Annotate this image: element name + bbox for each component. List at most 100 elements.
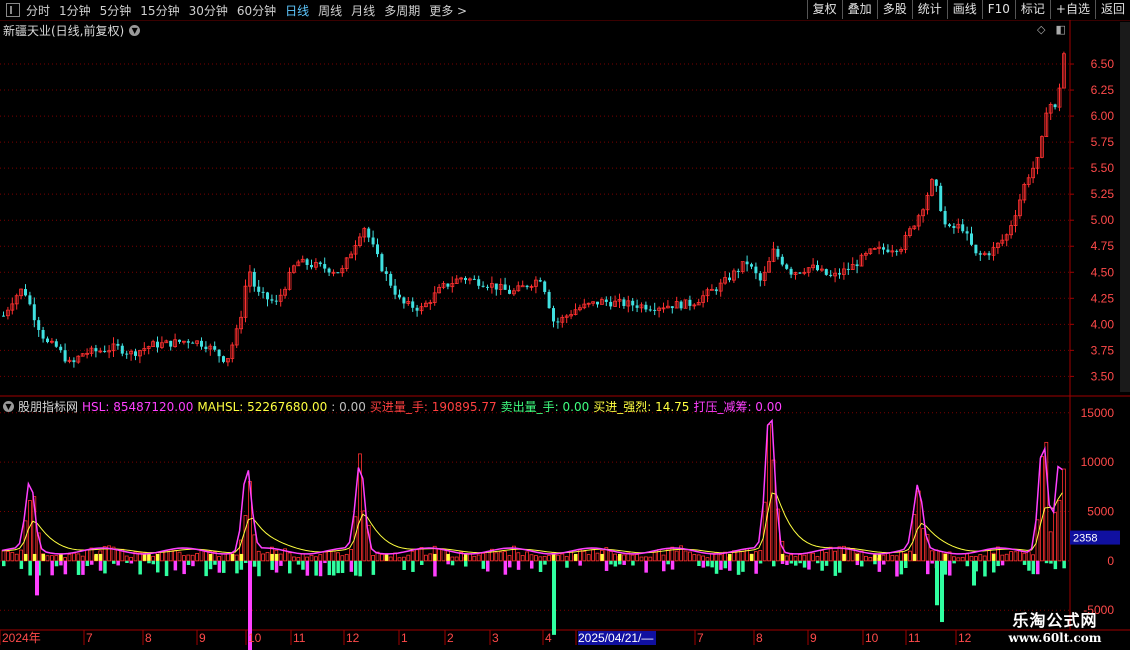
sell-volume-bar — [992, 560, 996, 573]
candle-down — [688, 299, 692, 306]
pressure-bar — [81, 560, 85, 575]
buy-volume-bar — [648, 556, 653, 562]
candle-down — [367, 228, 371, 238]
sell-volume-bar — [1062, 560, 1066, 569]
candle-down — [596, 301, 599, 305]
candle-down — [323, 264, 327, 269]
buy-volume-bar — [1062, 468, 1066, 562]
sell-volume-bar — [288, 560, 292, 574]
sell-volume-bar — [358, 560, 362, 577]
buy-volume-bar — [494, 552, 499, 562]
pressure-bar — [98, 560, 103, 571]
buy-volume-bar — [14, 553, 19, 562]
sell-volume-bar — [820, 560, 824, 571]
sell-volume-bar — [450, 560, 455, 566]
candle-down — [257, 286, 261, 292]
candle-down — [217, 349, 221, 357]
buy-volume-bar — [938, 551, 943, 562]
pressure-bar — [578, 560, 582, 566]
buy-volume-bar — [177, 551, 182, 562]
buy-volume-bar — [1053, 512, 1057, 562]
buy-volume-bar — [666, 549, 670, 562]
chevron-down-icon[interactable]: ▼ — [3, 401, 14, 412]
buy-volume-bar — [80, 555, 85, 562]
time-label: 3 — [492, 631, 499, 645]
buy-volume-bar — [718, 554, 723, 562]
buy-volume-bar — [811, 552, 815, 562]
strong-buy-bar — [904, 553, 908, 561]
sell-volume-bar — [270, 560, 274, 570]
strong-buy-bar — [574, 553, 578, 561]
candle-down — [838, 273, 841, 275]
sell-volume-bar — [860, 560, 864, 567]
buy-volume-bar — [67, 553, 72, 562]
buy-volume-bar — [313, 556, 318, 562]
buy-volume-bar — [261, 553, 266, 562]
buy-volume-bar — [85, 549, 89, 562]
buy-volume-bar — [564, 556, 569, 562]
sell-volume-bar — [1031, 560, 1036, 575]
candle-down — [186, 341, 190, 343]
sell-volume-bar — [802, 560, 807, 568]
sell-volume-bar — [697, 560, 701, 567]
candle-down — [785, 264, 789, 269]
buy-volume-bar — [622, 554, 626, 562]
buy-volume-bar — [503, 551, 508, 562]
sell-volume-bar — [758, 560, 763, 564]
sell-volume-bar — [112, 560, 116, 564]
strong-buy-bar — [156, 553, 160, 561]
sell-volume-bar — [151, 560, 156, 565]
strong-buy-bar — [873, 553, 877, 561]
candle-down — [644, 304, 648, 310]
buy-volume-bar — [987, 549, 991, 562]
buy-volume-bar — [19, 549, 24, 562]
buy-volume-bar — [534, 555, 538, 562]
candle-down — [389, 273, 393, 286]
buy-volume-bar — [467, 553, 472, 562]
strong-buy-bar — [433, 553, 437, 561]
candle-up — [710, 288, 714, 291]
strong-buy-bar — [32, 553, 37, 561]
sell-volume-bar — [235, 560, 239, 574]
buy-volume-bar — [784, 555, 789, 562]
candle-down — [965, 231, 969, 234]
candle-down — [974, 244, 978, 254]
buy-volume-bar — [472, 555, 477, 562]
sell-volume-bar — [609, 560, 613, 565]
buy-volume-bar — [344, 553, 349, 562]
buy-volume-bar — [423, 554, 428, 562]
hsl-line — [1, 418, 1063, 555]
buy-volume-bar — [974, 556, 978, 562]
pressure-bar — [279, 560, 283, 566]
window-toggle-icon[interactable]: ◧ — [1055, 23, 1065, 36]
buy-volume-bar — [758, 550, 763, 562]
buy-volume-bar — [1026, 551, 1031, 562]
sell-volume-bar — [710, 560, 714, 568]
buy-volume-bar — [1040, 456, 1044, 562]
pressure-bar — [217, 560, 222, 573]
buy-volume-bar — [335, 552, 340, 562]
sell-volume-bar — [213, 560, 217, 565]
buy-volume-bar — [815, 555, 820, 562]
pressure-bar — [129, 560, 134, 564]
pressure-bar — [508, 560, 512, 568]
strong-buy-bar — [464, 553, 468, 561]
buy-volume-bar — [547, 555, 551, 562]
candle-down — [653, 309, 657, 311]
candle-down — [1053, 104, 1057, 108]
pressure-bar — [503, 560, 508, 575]
time-label: 2024年 — [2, 631, 41, 645]
buy-volume-bar — [243, 515, 248, 562]
strong-buy-bar — [552, 553, 556, 561]
indicator-name: 股朋指标网 — [18, 400, 79, 414]
cursor-value: 2358 — [1073, 533, 1097, 545]
buy-volume-bar — [234, 554, 239, 562]
candle-down — [736, 270, 740, 272]
buy-volume-bar — [287, 552, 292, 562]
pressure-bar — [90, 560, 94, 565]
buy-volume-bar — [978, 554, 983, 562]
chevron-down-icon[interactable]: ▼ — [129, 25, 141, 36]
candle-down — [393, 285, 397, 295]
diamond-icon[interactable]: ◇ — [1037, 23, 1045, 36]
sell-volume-spike — [35, 560, 39, 596]
